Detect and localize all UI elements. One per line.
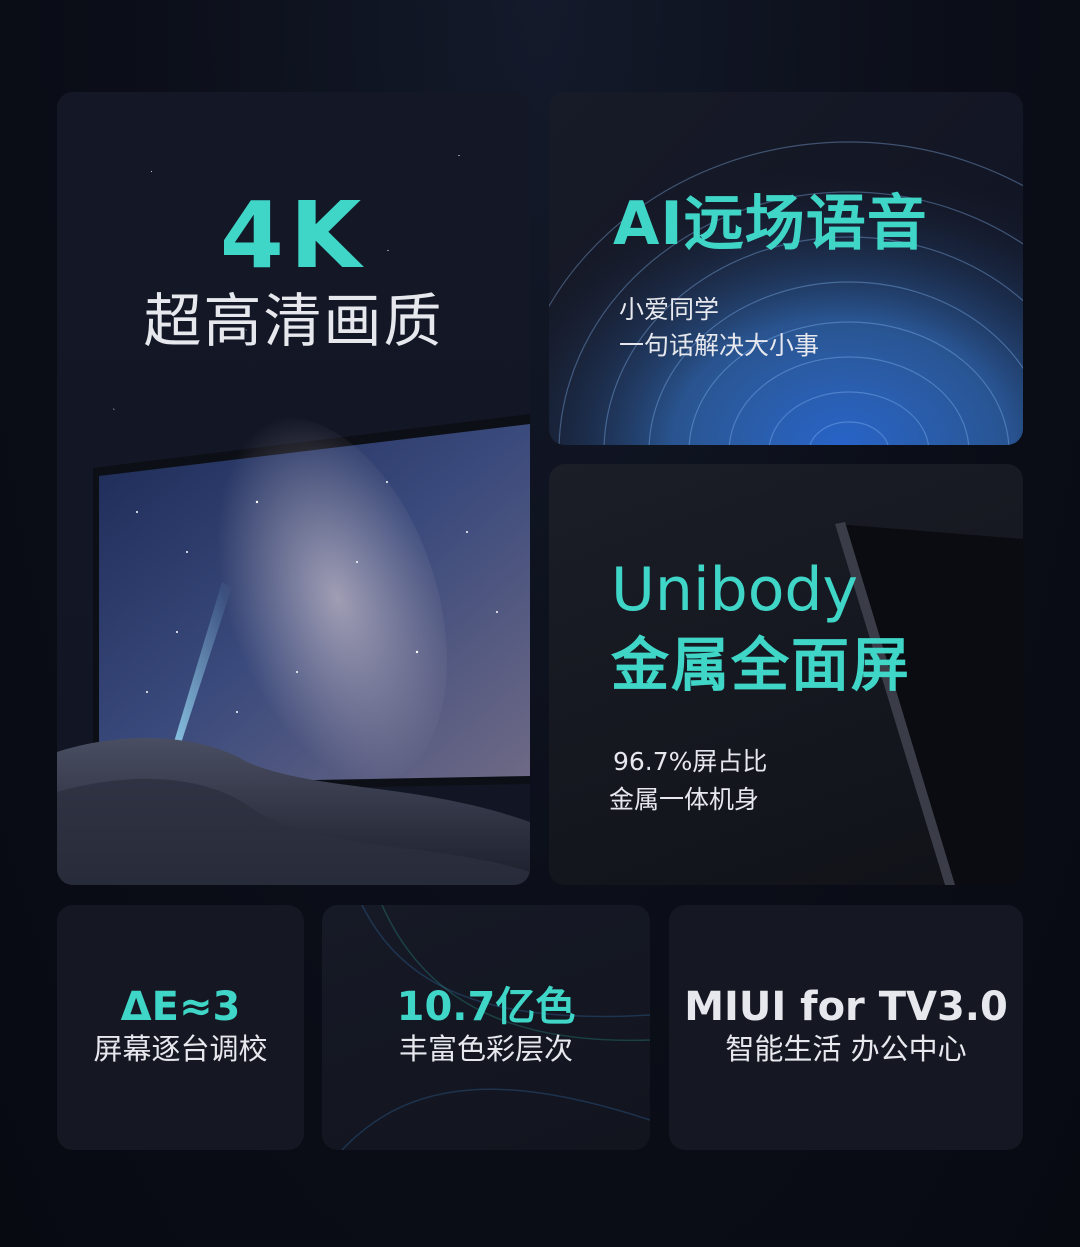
card-miui: MIUI for TV3.0 智能生活 办公中心 (669, 905, 1023, 1150)
card-4k-subtitle: 超高清画质 (143, 287, 444, 355)
tv-starry-sky-image (57, 414, 530, 885)
card-ai-line: 一句话解决大小事 (619, 331, 820, 360)
card-miui-title: MIUI for TV3.0 (684, 984, 1008, 1030)
card-delta-e: ΔE≈3 屏幕逐台调校 (57, 905, 304, 1150)
card-unibody-title-cn: 金属全面屏 (611, 631, 912, 699)
card-ai-line: 小爱同学 (619, 295, 720, 324)
card-unibody: Unibody 金属全面屏 96.7%屏占比 金属一体机身 (549, 464, 1023, 885)
card-ai-voice: AI远场语音 小爱同学 一句话解决大小事 (549, 92, 1023, 445)
card-colors: 10.7亿色 丰富色彩层次 (322, 905, 650, 1150)
card-unibody-title-en: Unibody (611, 555, 859, 625)
card-delta-e-title: ΔE≈3 (120, 984, 241, 1030)
card-colors-title: 10.7亿色 (396, 984, 576, 1030)
card-miui-subtitle: 智能生活 办公中心 (725, 1032, 967, 1066)
card-colors-subtitle: 丰富色彩层次 (398, 1032, 573, 1066)
card-4k-title: 4K (219, 182, 368, 289)
card-ai-title: AI远场语音 (613, 189, 928, 259)
sound-wave-graphic (549, 92, 1023, 445)
card-unibody-line: 金属一体机身 (609, 785, 760, 814)
card-4k: 4K 超高清画质 (57, 92, 530, 885)
card-delta-e-subtitle: 屏幕逐台调校 (93, 1032, 268, 1066)
card-unibody-line: 96.7%屏占比 (613, 747, 768, 776)
